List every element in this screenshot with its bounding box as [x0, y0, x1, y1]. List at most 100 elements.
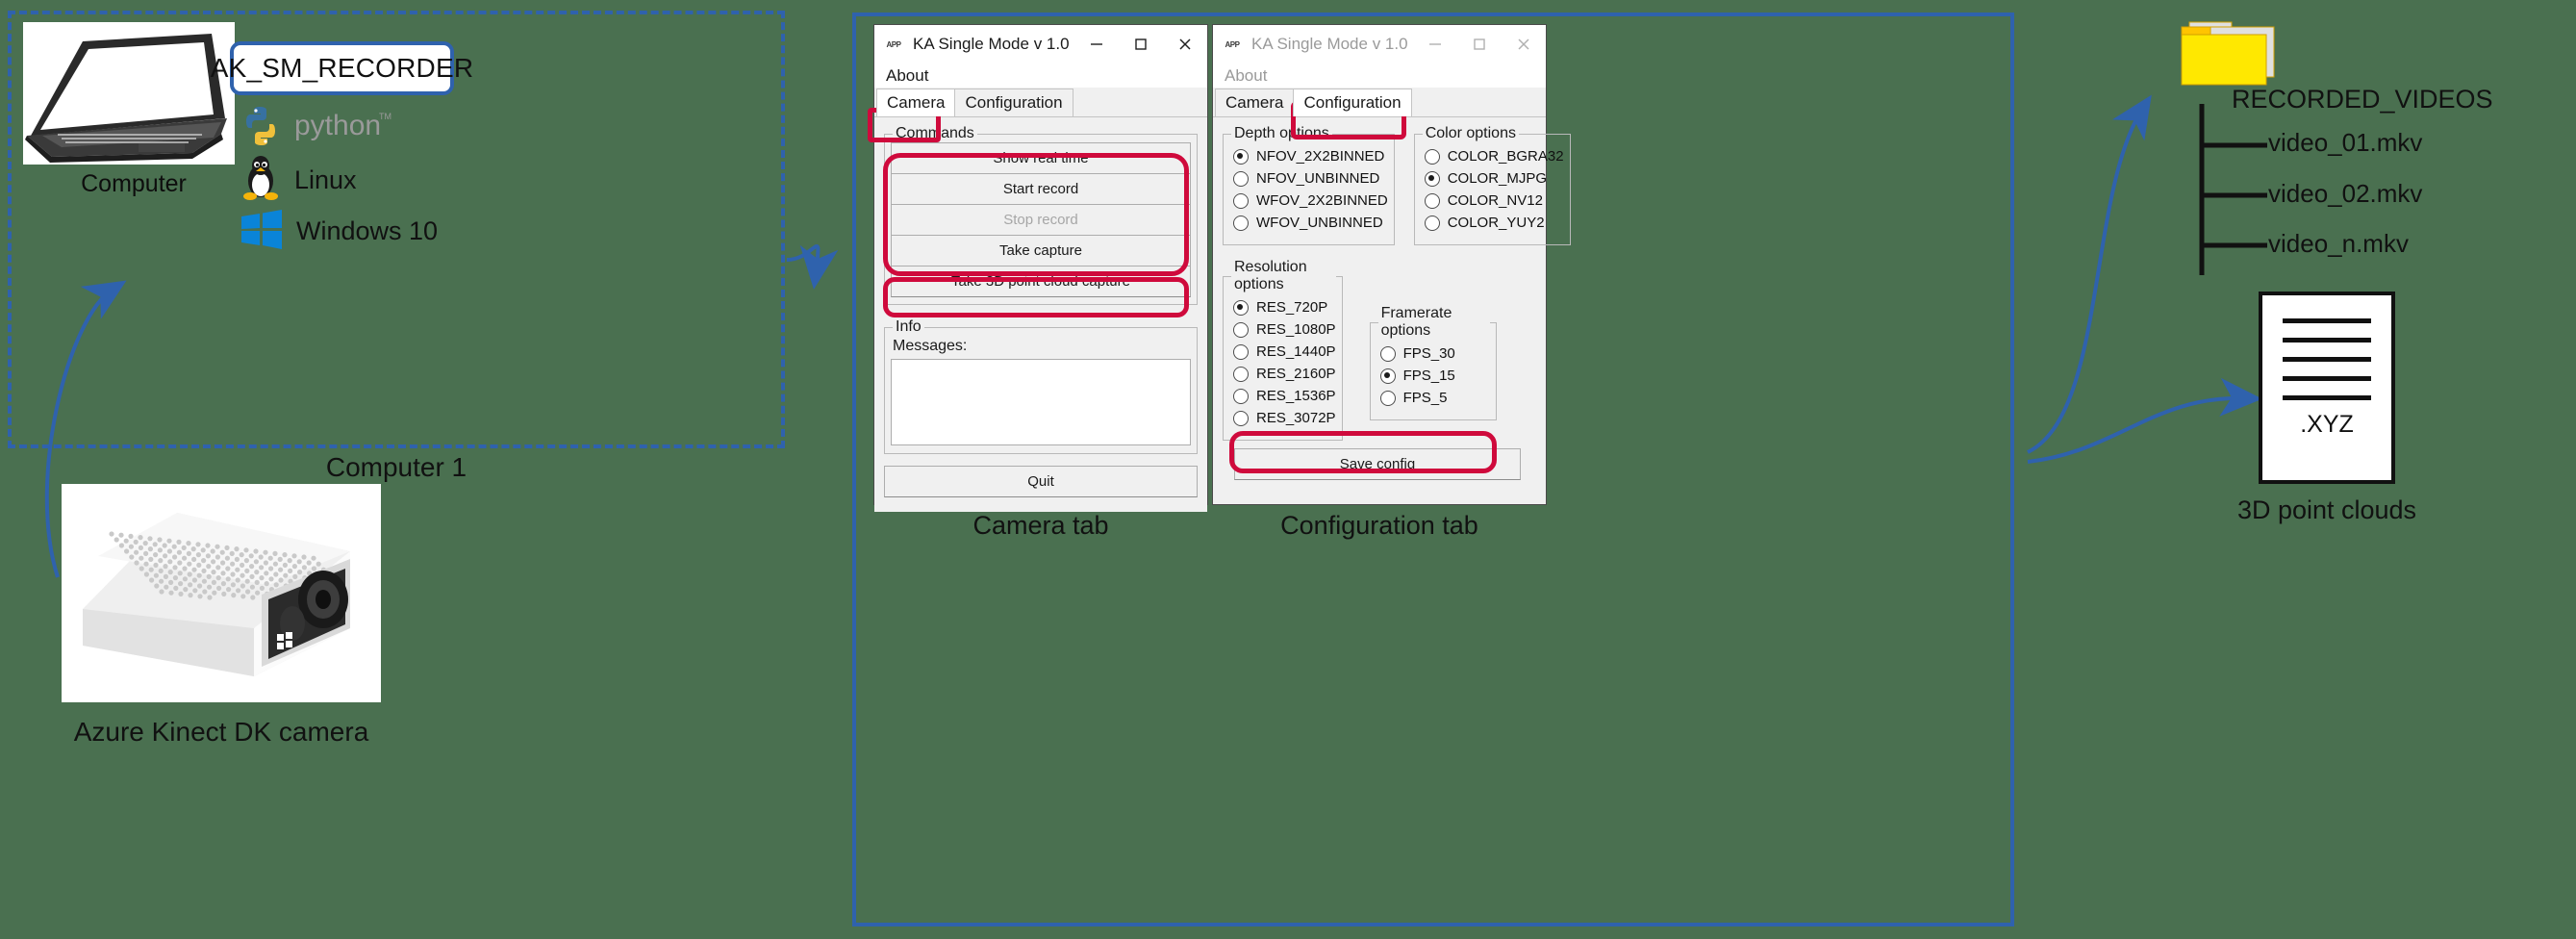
radio-res-3072p[interactable]: RES_3072P	[1233, 410, 1336, 426]
radio-label: WFOV_UNBINNED	[1256, 215, 1383, 231]
radio-color-nv12[interactable]: COLOR_NV12	[1424, 192, 1564, 209]
tab-configuration[interactable]: Configuration	[1293, 89, 1412, 116]
depth-options-group: Depth options NFOV_2X2BINNED NFOV_UNBINN…	[1223, 125, 1395, 245]
show-real-time-button[interactable]: Show real time	[891, 142, 1191, 174]
camera-window-menubar: About	[874, 63, 1207, 88]
windows-row: Windows 10	[239, 206, 438, 257]
tab-configuration[interactable]: Configuration	[954, 89, 1073, 116]
windows-logo-icon	[239, 206, 285, 257]
menu-item-about[interactable]: About	[886, 66, 928, 86]
maximize-icon[interactable]	[1119, 25, 1163, 63]
radio-indicator-icon	[1379, 345, 1396, 362]
radio-indicator-icon	[1424, 192, 1440, 209]
radio-label: RES_1440P	[1256, 343, 1336, 360]
radio-indicator-icon	[1379, 390, 1396, 406]
quit-button-wrap: Quit	[884, 466, 1198, 497]
configuration-window-menubar: About	[1213, 63, 1546, 88]
configuration-window: APP KA Single Mode v 1.0 About Camera Co…	[1212, 24, 1571, 505]
camera-window-title: KA Single Mode v 1.0	[913, 35, 1070, 53]
camera-tab-caption: Camera tab	[972, 511, 1109, 540]
close-icon[interactable]	[1502, 25, 1546, 63]
radio-label: COLOR_MJPG	[1447, 170, 1548, 187]
framerate-options-group: Framerate options FPS_30 FPS_15 FPS_5	[1369, 305, 1497, 420]
file-video-02: video_02.mkv	[2268, 179, 2423, 208]
radio-wfov-2x2binned[interactable]: WFOV_2X2BINNED	[1233, 192, 1388, 209]
windows-label: Windows 10	[296, 216, 439, 245]
radio-indicator-icon	[1233, 410, 1249, 426]
radio-indicator-icon	[1233, 170, 1249, 187]
radio-indicator-icon	[1233, 343, 1249, 360]
messages-label: Messages:	[893, 338, 968, 354]
azure-kinect-label: Azure Kinect DK camera	[73, 717, 369, 747]
menu-item-about[interactable]: About	[1225, 66, 1267, 86]
commands-group: Commands Show real time Start record Sto…	[884, 125, 1198, 305]
radio-indicator-icon	[1424, 215, 1440, 231]
linux-label: Linux	[294, 165, 357, 194]
quit-button[interactable]: Quit	[884, 466, 1198, 497]
options-columns: Depth options NFOV_2X2BINNED NFOV_UNBINN…	[1213, 117, 1571, 245]
radio-color-bgra32[interactable]: COLOR_BGRA32	[1424, 148, 1564, 165]
tab-camera[interactable]: Camera	[876, 89, 956, 116]
radio-color-mjpg[interactable]: COLOR_MJPG	[1424, 170, 1564, 187]
camera-window: APP KA Single Mode v 1.0 About Camera Co…	[873, 24, 1208, 512]
python-wordmark-icon: python TM	[294, 108, 392, 149]
ak-sm-recorder-label: AK_SM_RECORDER	[210, 53, 474, 83]
depth-options-label: Depth options	[1234, 125, 1329, 141]
radio-indicator-icon	[1424, 170, 1440, 187]
configuration-window-title: KA Single Mode v 1.0	[1251, 35, 1408, 53]
start-record-button[interactable]: Start record	[891, 173, 1191, 205]
radio-res-720p[interactable]: RES_720P	[1233, 299, 1336, 316]
close-icon[interactable]	[1163, 25, 1207, 63]
xyz-extension-label: .XYZ	[2300, 411, 2354, 438]
svg-text:python: python	[294, 110, 381, 141]
configuration-window-tabstrip: Camera Configuration	[1213, 88, 1546, 117]
messages-textarea[interactable]	[891, 359, 1191, 445]
radio-color-yuy2[interactable]: COLOR_YUY2	[1424, 215, 1564, 231]
save-config-wrap: Save config	[1234, 448, 1521, 480]
radio-indicator-icon	[1424, 148, 1440, 165]
radio-label: RES_1080P	[1256, 321, 1336, 338]
radio-res-2160p[interactable]: RES_2160P	[1233, 366, 1336, 382]
radio-fps-15[interactable]: FPS_15	[1379, 368, 1490, 384]
svg-text:TM: TM	[379, 112, 391, 121]
radio-wfov-unbinned[interactable]: WFOV_UNBINNED	[1233, 215, 1388, 231]
laptop-image	[23, 22, 235, 165]
camera-window-tabstrip: Camera Configuration	[874, 88, 1207, 117]
radio-label: COLOR_NV12	[1447, 192, 1543, 209]
radio-label: FPS_15	[1402, 368, 1455, 384]
camera-window-titlebar: APP KA Single Mode v 1.0	[874, 25, 1207, 63]
configuration-window-titlebar: APP KA Single Mode v 1.0	[1213, 25, 1546, 63]
tab-camera[interactable]: Camera	[1215, 89, 1295, 116]
radio-label: NFOV_UNBINNED	[1256, 170, 1380, 187]
radio-label: RES_720P	[1256, 299, 1328, 316]
radio-label: RES_2160P	[1256, 366, 1336, 382]
radio-indicator-icon	[1233, 215, 1249, 231]
radio-label: WFOV_2X2BINNED	[1256, 192, 1388, 209]
take-capture-button[interactable]: Take capture	[891, 235, 1191, 266]
radio-label: RES_3072P	[1256, 410, 1336, 426]
radio-fps-5[interactable]: FPS_5	[1379, 390, 1490, 406]
radio-nfov-2x2binned[interactable]: NFOV_2X2BINNED	[1233, 148, 1388, 165]
minimize-icon[interactable]	[1074, 25, 1119, 63]
radio-fps-30[interactable]: FPS_30	[1379, 345, 1490, 362]
computer-1-label: Computer 1	[325, 452, 467, 482]
save-config-button[interactable]: Save config	[1234, 448, 1521, 480]
radio-res-1536p[interactable]: RES_1536P	[1233, 388, 1336, 404]
radio-nfov-unbinned[interactable]: NFOV_UNBINNED	[1233, 170, 1388, 187]
radio-indicator-icon	[1233, 388, 1249, 404]
radio-label: NFOV_2X2BINNED	[1256, 148, 1385, 165]
point-clouds-label: 3D point clouds	[2236, 495, 2417, 524]
radio-label: COLOR_YUY2	[1447, 215, 1545, 231]
radio-res-1440p[interactable]: RES_1440P	[1233, 343, 1336, 360]
radio-indicator-icon	[1233, 321, 1249, 338]
commands-group-label: Commands	[896, 125, 974, 141]
python-row: python TM	[239, 104, 392, 153]
minimize-icon[interactable]	[1413, 25, 1457, 63]
take-3d-point-cloud-capture-button[interactable]: Take 3D point cloud capture	[891, 266, 1191, 297]
maximize-icon[interactable]	[1457, 25, 1502, 63]
file-video-01: video_01.mkv	[2268, 128, 2423, 157]
computer-label: Computer	[81, 170, 187, 197]
radio-res-1080p[interactable]: RES_1080P	[1233, 321, 1336, 338]
python-logo-icon	[239, 104, 283, 153]
stop-record-button: Stop record	[891, 204, 1191, 236]
